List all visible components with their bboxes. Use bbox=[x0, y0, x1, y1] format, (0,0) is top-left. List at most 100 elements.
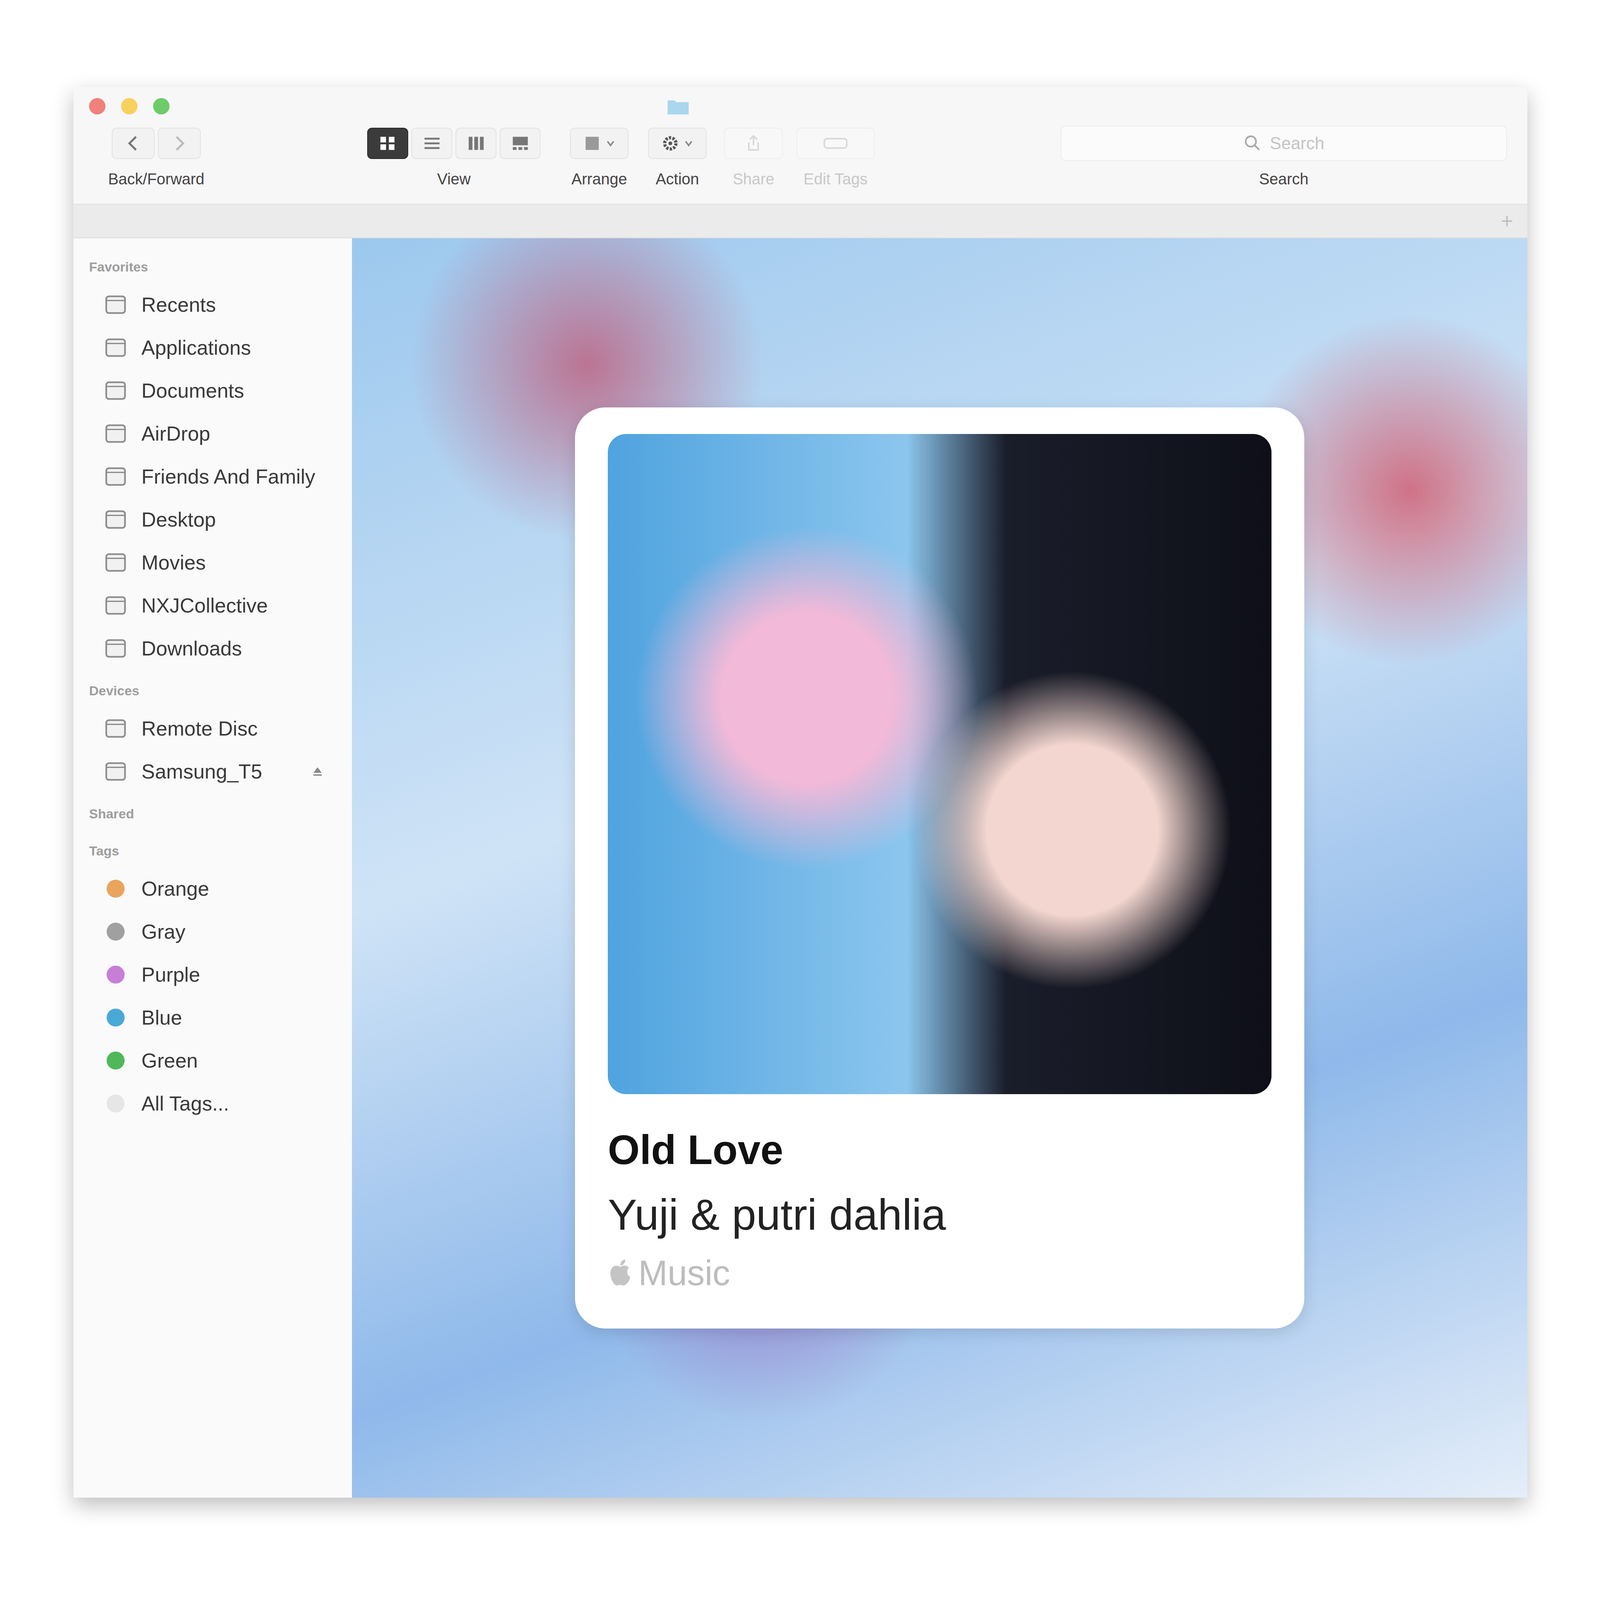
sidebar-label: Blue bbox=[141, 1005, 183, 1030]
section-header: Devices bbox=[89, 677, 345, 708]
tags-tool: Edit Tags bbox=[796, 125, 875, 188]
folder-icon bbox=[666, 96, 690, 116]
folder-icon bbox=[103, 335, 129, 361]
sidebar-item[interactable]: All Tags... bbox=[89, 1082, 345, 1125]
chevron-left-icon bbox=[123, 133, 143, 153]
toolbar-label: Arrange bbox=[571, 170, 627, 188]
sidebar-section: TagsOrangeGrayPurpleBlueGreenAll Tags... bbox=[89, 837, 345, 1125]
search-tool: Search Search bbox=[1060, 125, 1508, 188]
sidebar-section: Shared bbox=[89, 800, 345, 831]
back-button[interactable] bbox=[111, 127, 155, 159]
toolbar-label: View bbox=[437, 170, 471, 188]
sidebar-item[interactable]: NXJCollective bbox=[89, 583, 345, 627]
toolbar-label: Search bbox=[1258, 170, 1309, 188]
section-header: Favorites bbox=[89, 253, 345, 284]
toolbar-label: Edit Tags bbox=[803, 170, 868, 188]
tag-icon bbox=[821, 133, 850, 153]
sidebar-item[interactable]: Orange bbox=[89, 867, 345, 911]
title-bar bbox=[73, 86, 1528, 126]
window-controls bbox=[73, 98, 170, 115]
sidebar-item[interactable]: Samsung_T5 bbox=[89, 750, 345, 793]
plus-icon[interactable] bbox=[1498, 212, 1516, 230]
album-art bbox=[607, 433, 1272, 1095]
action-button[interactable] bbox=[648, 127, 707, 159]
source-label: Music bbox=[607, 1253, 1272, 1294]
section-header: Shared bbox=[89, 800, 345, 831]
tag-dot-icon bbox=[106, 879, 125, 898]
toolbar: Back/ForwardViewArrangeActionShareEdit T… bbox=[73, 125, 1528, 204]
sidebar-label: Friends And Family bbox=[141, 464, 316, 489]
folder-icon bbox=[103, 378, 129, 404]
eject-icon[interactable] bbox=[310, 764, 325, 779]
view-tool: View bbox=[367, 125, 541, 188]
sidebar-item[interactable]: Downloads bbox=[89, 626, 345, 670]
zoom-button[interactable] bbox=[153, 98, 170, 115]
sidebar-section: Favorites Recents Applications Documents Air… bbox=[89, 253, 345, 670]
sidebar-label: AirDrop bbox=[141, 421, 211, 446]
sidebar-section: Devices Remote Disc Samsung_T5 bbox=[89, 677, 345, 793]
close-button[interactable] bbox=[89, 98, 106, 115]
chevron-right-icon bbox=[169, 133, 189, 153]
share-icon bbox=[744, 133, 763, 153]
search-placeholder: Search bbox=[1269, 133, 1325, 154]
share-button[interactable] bbox=[724, 127, 783, 159]
sidebar-label: Gray bbox=[141, 919, 186, 944]
folder-icon bbox=[103, 758, 129, 784]
folder-icon bbox=[103, 464, 129, 490]
finder-window: Back/ForwardViewArrangeActionShareEdit T… bbox=[73, 86, 1528, 1498]
minimize-button[interactable] bbox=[121, 98, 138, 115]
sidebar-item[interactable]: Documents bbox=[89, 369, 345, 413]
sidebar-label: Applications bbox=[141, 335, 251, 360]
grid-icon bbox=[582, 133, 602, 153]
action-tool: Action bbox=[648, 125, 707, 188]
arrange-button[interactable] bbox=[569, 127, 629, 159]
tag-dot-icon bbox=[106, 922, 125, 941]
sidebar-item[interactable]: Friends And Family bbox=[89, 455, 345, 499]
sidebar-item[interactable]: Purple bbox=[89, 953, 345, 997]
sidebar-item[interactable]: Movies bbox=[89, 541, 345, 584]
view-mode-icon bbox=[378, 133, 398, 153]
view-mode-icon bbox=[422, 133, 442, 153]
sidebar-label: Downloads bbox=[141, 636, 242, 661]
sidebar-label: Purple bbox=[141, 962, 200, 987]
sidebar-item[interactable]: Applications bbox=[89, 326, 345, 370]
sidebar-label: All Tags... bbox=[141, 1091, 229, 1116]
folder-icon bbox=[103, 635, 129, 661]
tag-dot-icon bbox=[106, 1051, 125, 1070]
content-area: Old Love Yuji & putri dahlia Music bbox=[351, 238, 1528, 1498]
sidebar-item[interactable]: Blue bbox=[89, 996, 345, 1040]
sidebar-item[interactable]: Recents bbox=[89, 283, 345, 327]
sidebar-item[interactable]: Gray bbox=[89, 910, 345, 954]
sidebar-label: Documents bbox=[141, 378, 245, 403]
tab-strip bbox=[73, 203, 1528, 239]
sidebar-item[interactable]: Green bbox=[89, 1039, 345, 1083]
folder-icon bbox=[103, 592, 129, 618]
toolbar-label: Action bbox=[655, 170, 699, 188]
window-body: Favorites Recents Applications Documents Air… bbox=[73, 238, 1528, 1498]
song-title: Old Love bbox=[607, 1125, 1272, 1175]
song-artist: Yuji & putri dahlia bbox=[607, 1188, 1272, 1242]
sidebar-label: Orange bbox=[141, 876, 209, 901]
sidebar-item[interactable]: AirDrop bbox=[89, 412, 345, 456]
sidebar-label: Remote Disc bbox=[141, 716, 258, 741]
sidebar-label: Samsung_T5 bbox=[141, 759, 263, 784]
caret-icon bbox=[605, 138, 616, 149]
share-tool: Share bbox=[724, 125, 783, 188]
caret-icon bbox=[683, 138, 694, 149]
view-mode-button[interactable] bbox=[455, 127, 497, 159]
apple-logo-icon bbox=[607, 1258, 633, 1288]
view-mode-button[interactable] bbox=[411, 127, 453, 159]
sidebar-label: Movies bbox=[141, 550, 206, 575]
toolbar-label: Share bbox=[732, 170, 775, 188]
forward-button[interactable] bbox=[157, 127, 201, 159]
view-mode-button[interactable] bbox=[367, 127, 409, 159]
sidebar-label: Recents bbox=[141, 292, 217, 317]
edit-tags-button[interactable] bbox=[796, 127, 875, 159]
view-mode-button[interactable] bbox=[499, 127, 541, 159]
sidebar-item[interactable]: Desktop bbox=[89, 498, 345, 542]
sidebar-label: Desktop bbox=[141, 507, 217, 532]
music-card[interactable]: Old Love Yuji & putri dahlia Music bbox=[575, 407, 1305, 1329]
sidebar-label: NXJCollective bbox=[141, 593, 268, 618]
sidebar-item[interactable]: Remote Disc bbox=[89, 707, 345, 750]
search-field[interactable]: Search bbox=[1060, 125, 1508, 161]
